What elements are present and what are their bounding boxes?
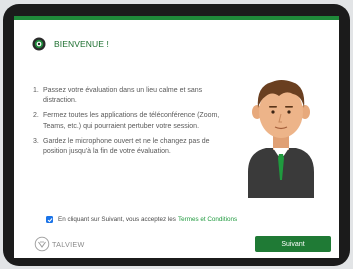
top-accent-bar xyxy=(14,16,339,20)
terms-consent[interactable]: En cliquant sur Suivant, vous acceptez l… xyxy=(46,216,237,223)
terms-checkbox[interactable] xyxy=(46,216,53,223)
person-illustration xyxy=(248,80,314,198)
instruction-number: 3. xyxy=(33,137,39,145)
checkmark-icon xyxy=(47,217,52,222)
header: BIENVENUE ! xyxy=(32,37,109,51)
instruction-text: Gardez le microphone ouvert et ne le cha… xyxy=(43,137,210,156)
brand-name: TALVIEW xyxy=(52,239,85,249)
consent-text: En cliquant sur Suivant, vous acceptez l… xyxy=(58,216,176,223)
instruction-number: 2. xyxy=(33,112,39,120)
instruction-item: 2. Fermez toutes les applications de tél… xyxy=(33,111,223,131)
tablet-frame: BIENVENUE ! 1. Passez votre évaluation d… xyxy=(3,4,350,266)
webcam-icon xyxy=(32,37,46,51)
instruction-text: Fermez toutes les applications de téléco… xyxy=(43,112,220,130)
talview-brand: TALVIEW xyxy=(34,236,85,252)
instruction-item: 3. Gardez le microphone ouvert et ne le … xyxy=(33,137,223,157)
page-title: BIENVENUE ! xyxy=(54,39,109,49)
instruction-number: 1. xyxy=(33,87,39,94)
instruction-text: Passez votre évaluation dans un lieu cal… xyxy=(43,87,203,105)
instruction-list: 1. Passez votre évaluation dans un lieu … xyxy=(33,86,223,162)
welcome-screen: BIENVENUE ! 1. Passez votre évaluation d… xyxy=(14,16,339,258)
talview-logo-icon xyxy=(34,236,50,252)
next-button[interactable]: Suivant xyxy=(255,236,331,252)
instruction-item: 1. Passez votre évaluation dans un lieu … xyxy=(33,86,223,106)
terms-link[interactable]: Termes et Conditions xyxy=(178,216,237,223)
